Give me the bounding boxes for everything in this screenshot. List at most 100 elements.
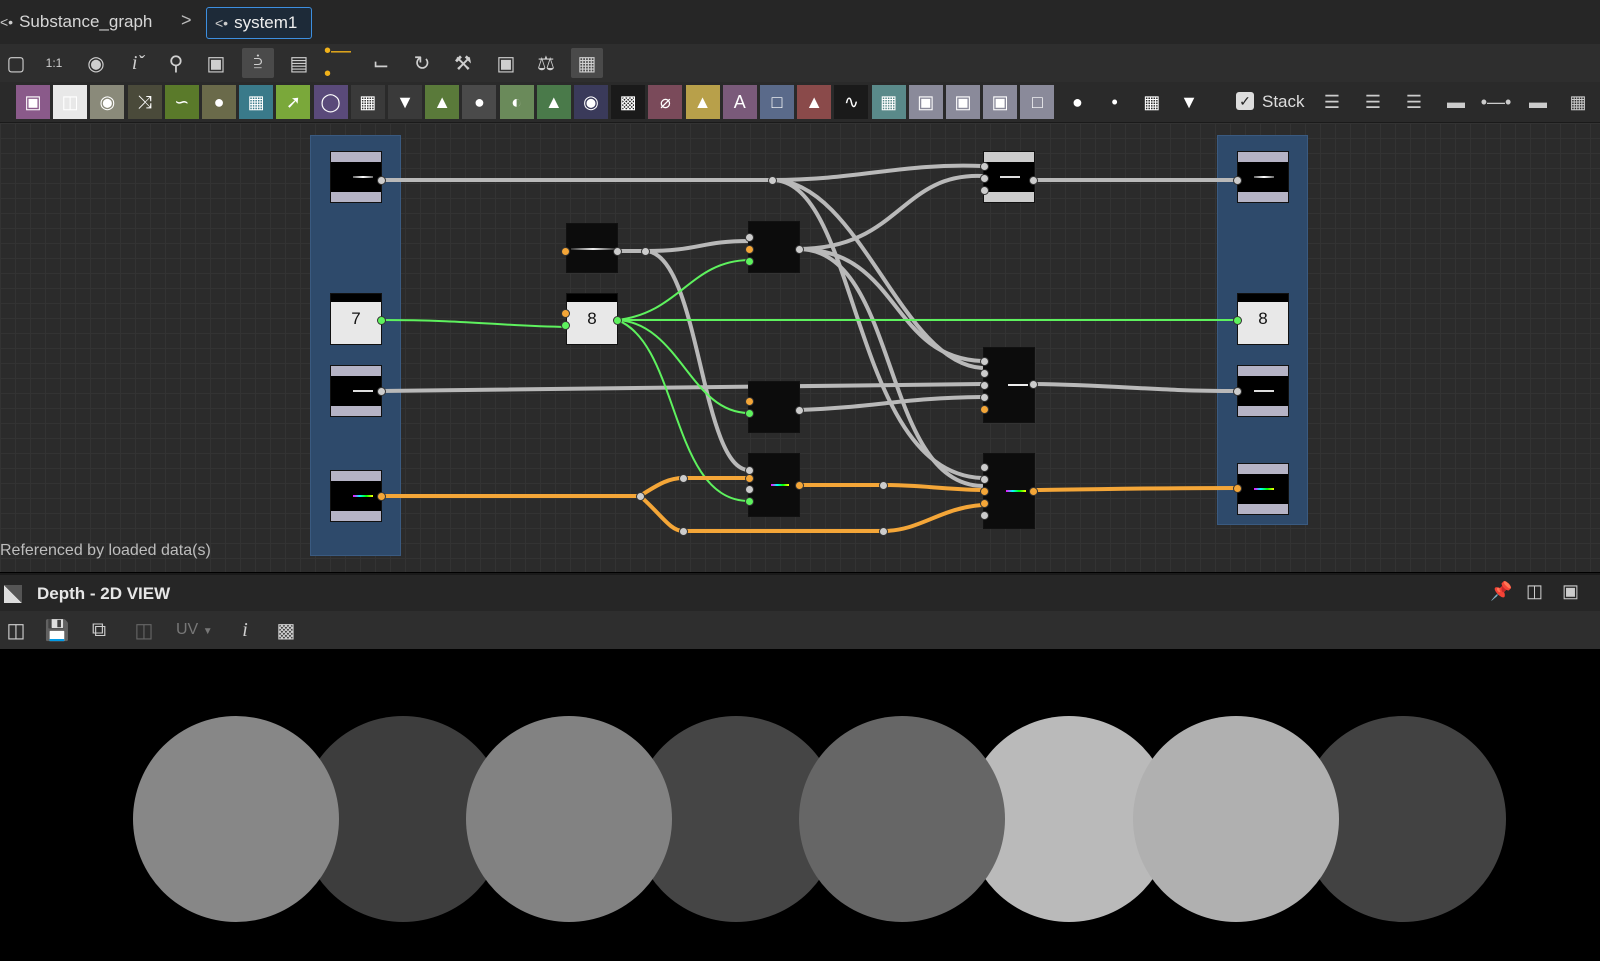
gradient-icon[interactable]: ➚ — [276, 85, 311, 119]
align-left-icon[interactable]: ☰ — [1316, 85, 1348, 119]
warp-curve-icon[interactable]: ⌀ — [648, 85, 683, 119]
output-port[interactable] — [795, 406, 804, 415]
gradient-map-icon[interactable]: ▣ — [946, 85, 980, 119]
output-port[interactable] — [377, 316, 386, 325]
output-node-1[interactable] — [1237, 151, 1289, 203]
info-icon[interactable]: iˇ — [122, 48, 154, 78]
reroute-dot[interactable] — [879, 481, 888, 490]
normal-map-icon[interactable]: ▦ — [871, 85, 906, 119]
reroute-dot[interactable] — [641, 247, 650, 256]
input-port[interactable] — [980, 162, 989, 171]
split-icon[interactable]: ▬ — [1522, 85, 1554, 119]
float-window-icon[interactable]: ◫ — [1526, 581, 1543, 602]
input-port[interactable] — [980, 393, 989, 402]
output-port[interactable] — [613, 247, 622, 256]
view2d-canvas[interactable] — [0, 649, 1600, 961]
mid-number-node[interactable]: 8 — [566, 293, 618, 345]
node-connect-icon[interactable]: ▣ — [200, 48, 232, 78]
input-port[interactable] — [561, 321, 570, 330]
grid-snap-icon[interactable]: ▦ — [571, 48, 603, 78]
blend-down-icon[interactable]: ▼ — [388, 85, 422, 119]
histogram-icon[interactable]: ▩ — [270, 615, 302, 645]
input-port[interactable] — [745, 485, 754, 494]
random-icon[interactable]: ⤨ — [127, 85, 162, 119]
input-port[interactable] — [1233, 484, 1242, 493]
output-port[interactable] — [1029, 487, 1038, 496]
color-drop-icon[interactable]: ● — [202, 85, 236, 119]
input-port[interactable] — [745, 497, 754, 506]
output-port[interactable] — [377, 492, 386, 501]
fit-view-icon[interactable]: ▢ — [0, 48, 32, 78]
pixel-processor-icon[interactable]: ▣ — [908, 85, 943, 119]
wrench-icon[interactable]: ⚒ — [447, 48, 479, 78]
distribute-h-icon[interactable]: ▬ — [1440, 85, 1472, 119]
output-port[interactable] — [377, 387, 386, 396]
comment-icon[interactable]: ● — [1060, 85, 1095, 119]
input-port[interactable] — [745, 409, 754, 418]
input-port[interactable] — [980, 357, 989, 366]
output-node-3[interactable] — [1237, 365, 1289, 417]
input-port[interactable] — [561, 247, 570, 256]
graph-canvas[interactable]: 7 8 8 Referenced by loaded data(s) — [0, 123, 1600, 572]
transform-icon[interactable]: □ — [760, 85, 794, 119]
refresh-icon[interactable]: ↻ — [406, 48, 438, 78]
reroute-dot[interactable] — [636, 492, 645, 501]
reroute-dot[interactable] — [679, 527, 688, 536]
search-icon[interactable]: ⚲ — [160, 48, 192, 78]
input-port[interactable] — [980, 511, 989, 520]
frame-icon[interactable]: ▤ — [283, 48, 315, 78]
input-port[interactable] — [1233, 316, 1242, 325]
align-right-icon[interactable]: ☰ — [1398, 85, 1430, 119]
blend-node-top[interactable] — [983, 151, 1035, 203]
mirror-icon[interactable]: ▲ — [685, 85, 720, 119]
output-port[interactable] — [795, 481, 804, 490]
save-icon[interactable]: 💾 — [41, 615, 73, 645]
output-number-node[interactable]: 8 — [1237, 293, 1289, 345]
input-port[interactable] — [561, 309, 570, 318]
noise-01-icon[interactable]: ▩ — [611, 85, 646, 119]
input-port[interactable] — [745, 233, 754, 242]
chain-icon[interactable]: •—• — [1480, 85, 1512, 119]
output-node-icon[interactable]: □ — [1020, 85, 1055, 119]
warp-icon[interactable]: ▦ — [239, 85, 274, 119]
pipe-icon[interactable]: ⌙ — [365, 48, 397, 78]
layout-icon[interactable]: ▦ — [1562, 85, 1594, 119]
input-port[interactable] — [1233, 387, 1242, 396]
input-node-1[interactable] — [330, 151, 382, 203]
share-graph-icon[interactable]: ⫄ — [242, 48, 274, 78]
input-port[interactable] — [980, 381, 989, 390]
output-port[interactable] — [1029, 176, 1038, 185]
input-port[interactable] — [980, 405, 989, 414]
refresh-view-icon[interactable]: ◫ — [128, 615, 160, 645]
link-icon[interactable]: •—• — [324, 40, 356, 85]
blend-node-1[interactable] — [748, 221, 800, 273]
pin-icon[interactable]: 📌 — [1490, 581, 1512, 602]
toggle-icon[interactable]: ● — [462, 85, 497, 119]
align-center-icon[interactable]: ☰ — [1357, 85, 1389, 119]
input-node-4[interactable] — [330, 470, 382, 522]
output-node-4[interactable] — [1237, 463, 1289, 515]
output-port[interactable] — [377, 176, 386, 185]
gradient-node[interactable] — [566, 223, 618, 273]
input-port[interactable] — [980, 369, 989, 378]
output-port[interactable] — [613, 316, 622, 325]
fx-map-icon[interactable]: ▣ — [983, 85, 1018, 119]
breadcrumb-root[interactable]: <• Substance_graph — [0, 12, 152, 32]
reroute-dot[interactable] — [768, 176, 777, 185]
uv-dropdown[interactable]: UV ▼ — [176, 621, 213, 639]
blend-node-3[interactable] — [748, 453, 800, 517]
circle-node-icon[interactable]: ◯ — [313, 85, 348, 119]
input-port[interactable] — [745, 257, 754, 266]
text-icon[interactable]: A — [722, 85, 757, 119]
input-node-icon[interactable]: ▦ — [1134, 85, 1169, 119]
input-port[interactable] — [1233, 176, 1242, 185]
info-icon[interactable]: i — [229, 615, 261, 645]
reroute-dot[interactable] — [879, 527, 888, 536]
contrast-icon[interactable]: ◐ — [499, 85, 534, 119]
input-port[interactable] — [980, 463, 989, 472]
stack-checkbox[interactable]: ✓ — [1236, 92, 1254, 110]
bitmap-node-icon[interactable]: ▣ — [16, 85, 50, 119]
fill-bucket-icon[interactable]: ▲ — [797, 85, 832, 119]
fx-01-icon[interactable]: ∿ — [834, 85, 869, 119]
input-port[interactable] — [745, 474, 754, 483]
